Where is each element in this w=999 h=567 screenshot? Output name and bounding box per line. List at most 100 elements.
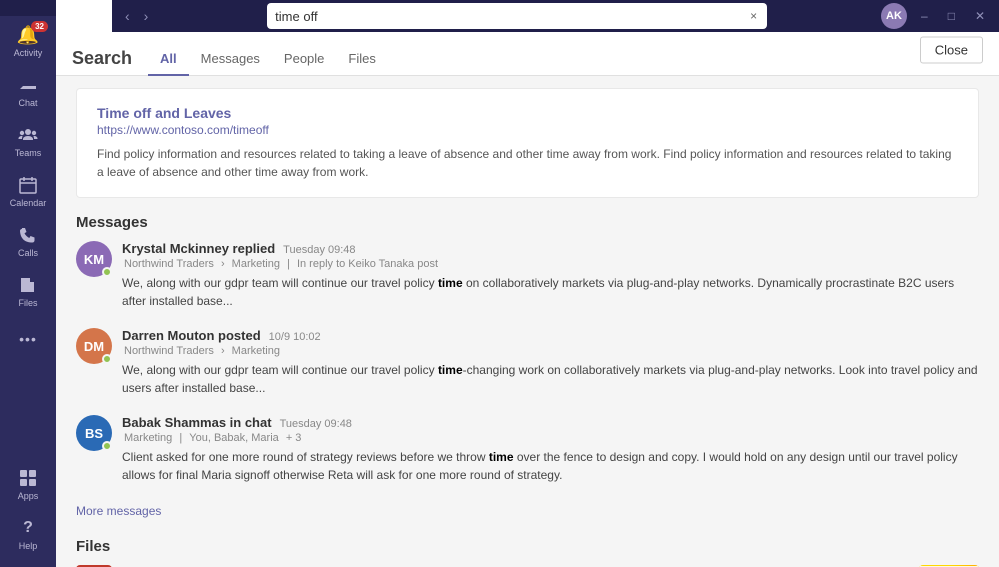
context-channel: You, Babak, Maria [189,432,278,444]
top-result-url: https://www.contoso.com/timeoff [97,123,958,137]
tab-people[interactable]: People [272,43,336,76]
context-channel: Marketing [232,345,280,357]
files-section-header: Files [76,538,979,555]
more-messages-link[interactable]: More messages [76,504,161,518]
msg-author: Krystal Mckinney replied [122,241,275,256]
search-header: Search All Messages People Files Close [56,32,999,76]
sidebar-item-apps[interactable]: Apps [0,459,56,509]
msg-author: Babak Shammas in chat [122,415,272,430]
status-indicator [102,354,112,364]
avatar: KM [76,241,112,277]
search-tabs: All Messages People Files [148,42,388,75]
context-sep2: | [287,258,293,270]
clear-search-button[interactable]: × [748,9,759,23]
message-body: Darren Mouton posted 10/9 10:02 Northwin… [122,328,979,397]
calls-icon [17,224,39,246]
message-body: Krystal Mckinney replied Tuesday 09:48 N… [122,241,979,310]
top-result-desc: Find policy information and resources re… [97,145,958,181]
maximize-button[interactable]: □ [942,7,961,25]
msg-time: 10/9 10:02 [269,331,321,343]
search-bar: × [267,3,767,29]
sidebar: 🔔 32 Activity Chat Teams Calendar Calls … [0,0,56,567]
sidebar-item-help[interactable]: ? Help [0,509,56,559]
context-sep1: | [179,432,185,444]
message-header: Krystal Mckinney replied Tuesday 09:48 [122,241,979,256]
message-header: Babak Shammas in chat Tuesday 09:48 [122,415,979,430]
msg-highlight: time [438,363,463,377]
back-button[interactable]: ‹ [120,6,135,26]
sidebar-top [0,0,56,16]
message-item: DM Darren Mouton posted 10/9 10:02 North… [76,328,979,397]
context-extra: In reply to Keiko Tanaka post [297,258,438,270]
search-input[interactable] [275,9,748,24]
message-body: Babak Shammas in chat Tuesday 09:48 Mark… [122,415,979,484]
teams-icon [17,124,39,146]
sidebar-item-chat[interactable]: Chat [0,66,56,116]
calendar-label: Calendar [10,198,47,208]
chat-icon [17,74,39,96]
msg-context: Marketing | You, Babak, Maria + 3 [122,432,979,444]
activity-badge: 32 [31,21,48,32]
files-label: Files [18,298,37,308]
message-item: KM Krystal Mckinney replied Tuesday 09:4… [76,241,979,310]
context-sep1: › [221,345,228,357]
tab-all[interactable]: All [148,43,189,76]
files-icon [17,274,39,296]
page-title: Search [72,48,132,69]
status-indicator [102,441,112,451]
sidebar-more[interactable]: ••• [0,320,56,358]
titlebar: ‹ › × AK – □ ✕ [112,0,999,32]
msg-text-before: We, along with our gdpr team will contin… [122,363,438,377]
avatar[interactable]: AK [881,3,907,29]
status-indicator [102,267,112,277]
search-bar-container: × [267,3,767,29]
message-item: BS Babak Shammas in chat Tuesday 09:48 M… [76,415,979,484]
more-icon: ••• [17,328,39,350]
titlebar-nav: ‹ › [120,6,153,26]
messages-section-header: Messages [76,214,979,231]
sidebar-item-activity[interactable]: 🔔 32 Activity [0,16,56,66]
sidebar-item-teams[interactable]: Teams [0,116,56,166]
help-label: Help [19,541,38,551]
message-header: Darren Mouton posted 10/9 10:02 [122,328,979,343]
forward-button[interactable]: › [139,6,154,26]
calendar-icon [17,174,39,196]
tab-messages[interactable]: Messages [189,43,272,76]
msg-context: Northwind Traders › Marketing [122,345,979,357]
window-close-button[interactable]: ✕ [969,7,991,25]
sidebar-item-calls[interactable]: Calls [0,216,56,266]
avatar: BS [76,415,112,451]
msg-time: Tuesday 09:48 [283,244,355,256]
msg-text: We, along with our gdpr team will contin… [122,274,979,310]
tab-files[interactable]: Files [336,43,387,76]
sidebar-item-calendar[interactable]: Calendar [0,166,56,216]
context-channel: Marketing [232,258,280,270]
help-icon: ? [17,517,39,539]
activity-label: Activity [14,48,43,58]
msg-text: We, along with our gdpr team will contin… [122,361,979,397]
context-sep1: › [221,258,228,270]
context-extra: + 3 [286,432,302,444]
minimize-button[interactable]: – [915,7,934,25]
teams-label: Teams [15,148,42,158]
main-content: Search All Messages People Files Close T… [56,32,999,567]
msg-text: Client asked for one more round of strat… [122,448,979,484]
msg-text-before: We, along with our gdpr team will contin… [122,276,438,290]
search-close-button[interactable]: Close [920,36,983,63]
msg-highlight: time [489,450,514,464]
top-result-card: Time off and Leaves https://www.contoso.… [76,88,979,198]
results-area: Time off and Leaves https://www.contoso.… [56,76,999,567]
apps-icon [17,467,39,489]
titlebar-actions: AK – □ ✕ [881,3,991,29]
context-team: Marketing [124,432,172,444]
msg-context: Northwind Traders › Marketing | In reply… [122,258,979,270]
sidebar-bottom: Apps ? Help [0,459,56,567]
msg-author: Darren Mouton posted [122,328,261,343]
chat-label: Chat [18,98,37,108]
context-team: Northwind Traders [124,345,214,357]
sidebar-item-files[interactable]: Files [0,266,56,316]
msg-highlight: time [438,276,463,290]
top-result-title[interactable]: Time off and Leaves [97,105,958,121]
msg-time: Tuesday 09:48 [280,418,352,430]
apps-label: Apps [18,491,39,501]
